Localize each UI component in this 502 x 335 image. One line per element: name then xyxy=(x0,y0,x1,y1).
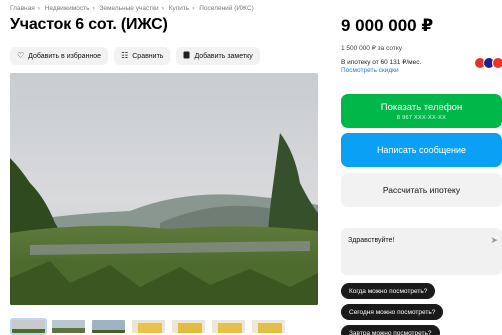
add-favorite-label: Добавить в избранное xyxy=(28,52,102,60)
thumbnail[interactable] xyxy=(50,318,87,335)
thumbnail-image xyxy=(92,320,125,333)
bank-logo-icon xyxy=(492,57,502,69)
thumbnail-image xyxy=(252,320,285,333)
breadcrumb-home[interactable]: Главная xyxy=(10,5,35,12)
quick-question-chip[interactable]: Завтра можно посмотреть? xyxy=(341,325,440,335)
compare-label: Сравнить xyxy=(132,52,164,60)
thumbnail-image xyxy=(172,320,205,333)
landscape-image xyxy=(10,73,318,305)
chat-greeting: Здравствуйте! xyxy=(348,237,395,244)
breadcrumb-buy[interactable]: Купить xyxy=(169,5,190,12)
add-note-label: Добавить заметку xyxy=(194,52,253,60)
note-icon xyxy=(183,51,190,61)
breadcrumb: Главная › Недвижимость › Земельные участки… xyxy=(10,5,254,12)
chat-input[interactable]: Здравствуйте! ➤ xyxy=(341,228,502,275)
thumbnail[interactable] xyxy=(250,318,287,335)
quick-question-chip[interactable]: Когда можно посмотреть? xyxy=(341,283,436,299)
send-icon[interactable]: ➤ xyxy=(490,235,498,246)
breadcrumb-separator: › xyxy=(161,5,164,12)
bank-logos[interactable] xyxy=(474,57,502,69)
mortgage-info: В ипотеку от 60 131 ₽/мес. xyxy=(341,59,422,66)
price: 9 000 000 ₽ xyxy=(341,16,434,35)
thumbnail[interactable] xyxy=(210,318,247,335)
add-note-button[interactable]: Добавить заметку xyxy=(176,47,260,65)
calculate-mortgage-button[interactable]: Рассчитать ипотеку xyxy=(341,173,502,207)
show-phone-label: Показать телефон xyxy=(380,101,463,113)
breadcrumb-settlements[interactable]: Поселений (ИЖС) xyxy=(199,5,254,12)
write-message-button[interactable]: Написать сообщение xyxy=(341,133,502,167)
breadcrumb-real-estate[interactable]: Недвижимость xyxy=(45,5,90,12)
thumbnail[interactable] xyxy=(90,318,127,335)
breadcrumb-separator: › xyxy=(92,5,95,12)
thumbnail[interactable] xyxy=(130,318,167,335)
discounts-link[interactable]: Посмотреть скидки xyxy=(341,67,399,74)
write-message-label: Написать сообщение xyxy=(376,145,467,155)
add-favorite-button[interactable]: ♡ Добавить в избранное xyxy=(10,47,109,65)
breadcrumb-land[interactable]: Земельные участки xyxy=(99,5,158,12)
main-photo[interactable] xyxy=(10,73,318,305)
price-per-sotka: 1 500 000 ₽ за сотку xyxy=(341,45,403,52)
masked-phone: 8 967 XXX-XX-XX xyxy=(396,114,447,121)
show-phone-button[interactable]: Показать телефон 8 967 XXX-XX-XX xyxy=(341,94,502,128)
breadcrumb-separator: › xyxy=(192,5,195,12)
thumbnail[interactable] xyxy=(10,318,47,335)
compare-icon: ☷ xyxy=(121,51,129,60)
thumbnail-image xyxy=(52,320,85,333)
breadcrumb-separator: › xyxy=(37,5,40,12)
heart-icon: ♡ xyxy=(17,51,25,60)
photo-thumbnails xyxy=(10,318,287,335)
listing-actions: ♡ Добавить в избранное ☷ Сравнить Добави… xyxy=(10,47,260,65)
quick-questions: Когда можно посмотреть? Сегодня можно по… xyxy=(341,283,444,335)
quick-question-chip[interactable]: Сегодня можно посмотреть? xyxy=(341,304,444,320)
page-title: Участок 6 сот. (ИЖС) xyxy=(10,16,168,33)
compare-button[interactable]: ☷ Сравнить xyxy=(114,47,171,65)
thumbnail-image xyxy=(212,320,245,333)
thumbnail-image xyxy=(132,320,165,333)
calculate-mortgage-label: Рассчитать ипотеку xyxy=(382,185,461,195)
thumbnail-image xyxy=(12,320,45,333)
thumbnail[interactable] xyxy=(170,318,207,335)
